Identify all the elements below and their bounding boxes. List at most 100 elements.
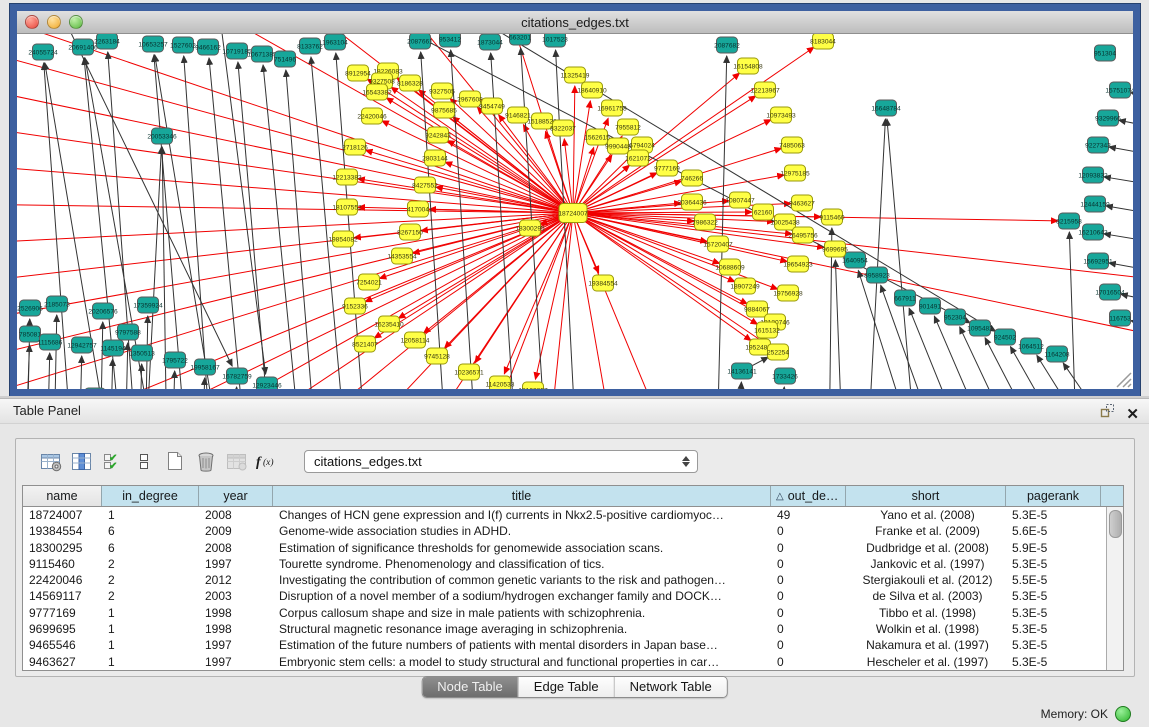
cell-pagerank[interactable]: 5.6E-5 — [1006, 523, 1101, 539]
cell-in_degree[interactable]: 1 — [102, 654, 199, 670]
column-checklist-icon[interactable]: ✔✔ — [100, 449, 126, 473]
graph-node-14353554[interactable]: 14353554 — [387, 248, 417, 264]
graph-node-18107552[interactable]: 18107552 — [332, 199, 362, 215]
graph-node-19384554[interactable]: 19384554 — [588, 275, 618, 291]
cell-title[interactable]: Genome-wide association studies in ADHD. — [273, 523, 771, 539]
graph-node-10236571[interactable]: 10236571 — [454, 364, 484, 380]
graph-node-8427552[interactable]: 8427552 — [412, 177, 438, 193]
cell-name[interactable]: 9699695 — [23, 621, 102, 637]
graph-node-9777169[interactable]: 9777169 — [654, 160, 680, 176]
table-row[interactable]: 946554611997Estimation of the future num… — [23, 637, 1107, 653]
graph-node-751496[interactable]: 751496 — [274, 51, 296, 67]
graph-node-7254021[interactable]: 7254021 — [356, 274, 382, 290]
table-row[interactable]: 911546021997Tourette syndrome. Phenomeno… — [23, 556, 1107, 572]
column-header-name[interactable]: name — [23, 486, 102, 506]
graph-node-8912954[interactable]: 8912954 — [345, 65, 371, 81]
graph-node-9152336[interactable]: 9152336 — [342, 298, 368, 314]
graph-node-9329966[interactable]: 9329966 — [1095, 110, 1121, 126]
graph-node-9115460[interactable]: 9115460 — [819, 209, 845, 225]
table-row[interactable]: 2242004622012Investigating the contribut… — [23, 572, 1107, 588]
cell-out_de[interactable]: 0 — [771, 654, 846, 670]
graph-node-2087682[interactable]: 2087682 — [714, 37, 740, 53]
graph-node-8267150[interactable]: 8267150 — [397, 224, 423, 240]
cell-name[interactable]: 22420046 — [23, 572, 102, 588]
cell-year[interactable]: 1997 — [199, 637, 273, 653]
stacked-rows-icon[interactable] — [131, 449, 157, 473]
cell-in_degree[interactable]: 1 — [102, 621, 199, 637]
graph-node-16543382[interactable]: 16543382 — [362, 84, 392, 100]
cell-name[interactable]: 9465546 — [23, 637, 102, 653]
table-row[interactable]: 977716911998Corpus callosum shape and si… — [23, 605, 1107, 621]
float-panel-icon[interactable] — [1099, 402, 1116, 427]
graph-node-1795722[interactable]: 1795722 — [162, 352, 188, 368]
cell-pagerank[interactable]: 5.3E-5 — [1006, 605, 1101, 621]
graph-node-1350513[interactable]: 1350513 — [129, 345, 155, 361]
cell-title[interactable]: Corpus callosum shape and size in male p… — [273, 605, 771, 621]
table-selector-dropdown[interactable]: citations_edges.txt — [304, 450, 698, 473]
graph-node-9699695[interactable]: 9699695 — [822, 241, 848, 257]
cell-short[interactable]: Wolkin et al. (1998) — [846, 621, 1006, 637]
graph-node-901491[interactable]: 901491 — [919, 298, 941, 314]
graph-node-2087661[interactable]: 2087661 — [407, 34, 433, 49]
graph-node-12213967[interactable]: 12213967 — [750, 82, 780, 98]
graph-node-1873044[interactable]: 1873044 — [477, 34, 503, 50]
graph-node-18640910[interactable]: 18640910 — [577, 82, 607, 98]
graph-node-9990448[interactable]: 9990448 — [605, 138, 631, 154]
tab-node-table[interactable]: Node Table — [422, 677, 518, 697]
graph-node-15692951[interactable]: 15692951 — [1083, 253, 1113, 269]
graph-node-8322037[interactable]: 8322037 — [550, 120, 576, 136]
graph-node-1095482[interactable]: 1095482 — [967, 320, 993, 336]
cell-title[interactable]: Disruption of a novel member of a sodium… — [273, 588, 771, 604]
column-header-in_degree[interactable]: in_degree — [102, 486, 199, 506]
graph-node-7955812[interactable]: 7955812 — [615, 119, 641, 135]
graph-node-746266[interactable]: 746266 — [681, 170, 703, 186]
cell-short[interactable]: de Silva et al. (2003) — [846, 588, 1006, 604]
graph-node-9327505[interactable]: 9327505 — [429, 83, 455, 99]
cell-name[interactable]: 18724007 — [23, 507, 102, 523]
graph-node-9466162[interactable]: 9466162 — [195, 39, 221, 55]
cell-out_de[interactable]: 0 — [771, 540, 846, 556]
graph-node-1145194[interactable]: 1145194 — [100, 340, 126, 356]
cell-year[interactable]: 2003 — [199, 588, 273, 604]
graph-node-13102857[interactable]: 13102857 — [518, 382, 548, 389]
graph-node-1017523[interactable]: 1017523 — [542, 34, 568, 47]
cell-title[interactable]: Estimation of the future numbers of pati… — [273, 637, 771, 653]
cell-short[interactable]: Franke et al. (2009) — [846, 523, 1006, 539]
cell-out_de[interactable]: 0 — [771, 523, 846, 539]
cell-short[interactable]: Dudbridge et al. (2008) — [846, 540, 1006, 556]
cell-year[interactable]: 2009 — [199, 523, 273, 539]
graph-node-9797588[interactable]: 9797588 — [115, 324, 141, 340]
trash-icon[interactable] — [193, 449, 219, 473]
graph-node-17016504[interactable]: 17016504 — [1095, 284, 1125, 300]
graph-node-10807447[interactable]: 10807447 — [725, 192, 755, 208]
graph-node-16648784[interactable]: 16648784 — [871, 100, 901, 116]
graph-node-15720407[interactable]: 15720407 — [703, 236, 733, 252]
graph-node-667911[interactable]: 667911 — [894, 290, 916, 306]
graph-node-16782759[interactable]: 16782759 — [222, 368, 252, 384]
graph-node-8215958[interactable]: 8215958 — [1056, 213, 1082, 229]
graph-node-17359924[interactable]: 17359924 — [133, 297, 163, 313]
cell-short[interactable]: Yano et al. (2008) — [846, 507, 1006, 523]
tab-edge-table[interactable]: Edge Table — [518, 677, 614, 697]
graph-node-62160[interactable]: 62160 — [753, 204, 774, 220]
graph-node-11420533[interactable]: 11420533 — [486, 376, 515, 389]
cell-year[interactable]: 1997 — [199, 556, 273, 572]
cell-in_degree[interactable]: 1 — [102, 507, 199, 523]
graph-node-252254[interactable]: 252254 — [767, 344, 789, 360]
graph-node-18300295[interactable]: 18300295 — [515, 220, 545, 236]
graph-node-20364436[interactable]: 20364436 — [677, 194, 707, 210]
cell-out_de[interactable]: 0 — [771, 556, 846, 572]
cell-in_degree[interactable]: 1 — [102, 605, 199, 621]
graph-node-2718126[interactable]: 2718126 — [342, 139, 368, 155]
graph-node-2263184[interactable]: 2263184 — [94, 34, 120, 49]
column-header-short[interactable]: short — [846, 486, 1006, 506]
graph-node-1164208[interactable]: 1164208 — [1044, 346, 1070, 362]
graph-node-951304[interactable]: 951304 — [1094, 45, 1116, 61]
graph-node-8454749[interactable]: 8454749 — [479, 98, 505, 114]
graph-node-12058114[interactable]: 12058114 — [401, 332, 430, 348]
graph-node-19958167[interactable]: 19958167 — [190, 359, 220, 375]
graph-node-663201[interactable]: 663201 — [509, 34, 531, 45]
cell-short[interactable]: Hescheler et al. (1997) — [846, 654, 1006, 670]
cell-title[interactable]: Embryonic stem cells: a model to study s… — [273, 654, 771, 670]
graph-node-8186328[interactable]: 8186328 — [397, 75, 423, 91]
